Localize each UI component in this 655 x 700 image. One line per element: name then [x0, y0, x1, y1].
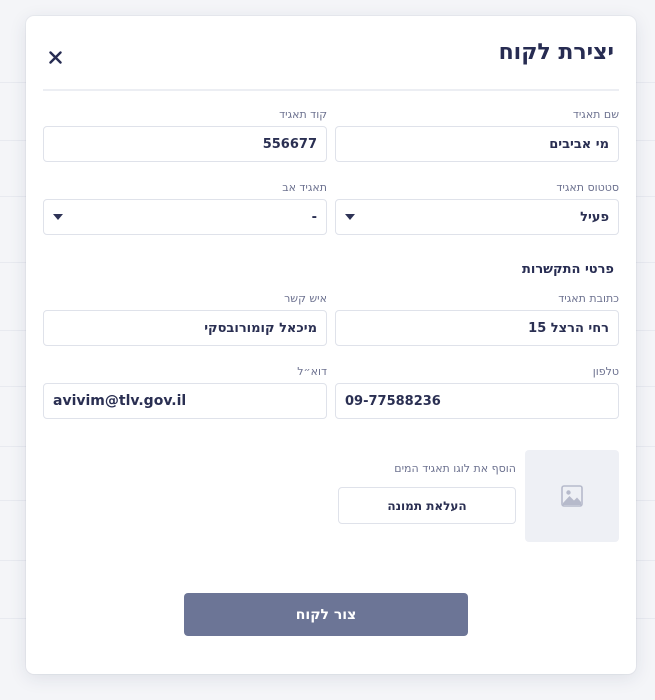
address-input[interactable]: רחי הרצל 15 [335, 310, 619, 346]
corporation-code-label: קוד תאגיד [279, 108, 327, 121]
create-customer-button[interactable]: צור לקוח [184, 593, 468, 636]
parent-corporation-select[interactable]: - [43, 199, 327, 235]
corporation-name-input[interactable]: מי אביבים [335, 126, 619, 162]
header-divider [43, 89, 619, 91]
upload-image-button[interactable]: העלאת תמונה [338, 487, 516, 524]
contact-person-field: איש קשר מיכאל קומורובסקי [43, 292, 327, 346]
address-field: כתובת תאגיד רחי הרצל 15 [335, 292, 619, 346]
address-label: כתובת תאגיד [558, 292, 619, 305]
phone-input[interactable]: 09-77588236 [335, 383, 619, 419]
parent-corporation-field: תאגיד אב - [43, 181, 327, 235]
corporation-code-value: 556677 [262, 136, 317, 152]
phone-field: טלפון 09-77588236 [335, 365, 619, 419]
corporation-name-value: מי אביבים [549, 136, 609, 152]
logo-hint: הוסף את לוגו תאגיד המים [394, 462, 516, 475]
contact-person-value: מיכאל קומורובסקי [204, 320, 317, 336]
address-value: רחי הרצל 15 [528, 320, 609, 336]
email-label: דוא״ל [297, 365, 327, 378]
modal-title: יצירת לקוח [498, 40, 614, 65]
corporation-status-field: סטטוס תאגיד פעיל [335, 181, 619, 235]
email-field: דוא״ל avivim@tlv.gov.il [43, 365, 327, 419]
corporation-code-input[interactable]: 556677 [43, 126, 327, 162]
phone-value: 09-77588236 [345, 393, 441, 409]
parent-corporation-value: - [311, 209, 317, 225]
logo-preview [525, 450, 619, 542]
close-icon[interactable] [44, 46, 66, 68]
chevron-down-icon [345, 214, 355, 220]
corporation-status-label: סטטוס תאגיד [556, 181, 619, 194]
contact-person-input[interactable]: מיכאל קומורובסקי [43, 310, 327, 346]
email-value: avivim@tlv.gov.il [53, 393, 187, 409]
chevron-down-icon [53, 214, 63, 220]
parent-corporation-label: תאגיד אב [282, 181, 327, 194]
corporation-name-label: שם תאגיד [572, 108, 619, 121]
image-icon [561, 485, 583, 507]
contact-person-label: איש קשר [284, 292, 327, 305]
corporation-code-field: קוד תאגיד 556677 [43, 108, 327, 162]
create-customer-modal: יצירת לקוח שם תאגיד מי אביבים קוד תאגיד … [26, 16, 636, 674]
phone-label: טלפון [592, 365, 619, 378]
corporation-name-field: שם תאגיד מי אביבים [335, 108, 619, 162]
email-input[interactable]: avivim@tlv.gov.il [43, 383, 327, 419]
corporation-status-select[interactable]: פעיל [335, 199, 619, 235]
contact-section-title: פרטי התקשרות [522, 262, 614, 277]
corporation-status-value: פעיל [580, 209, 609, 225]
